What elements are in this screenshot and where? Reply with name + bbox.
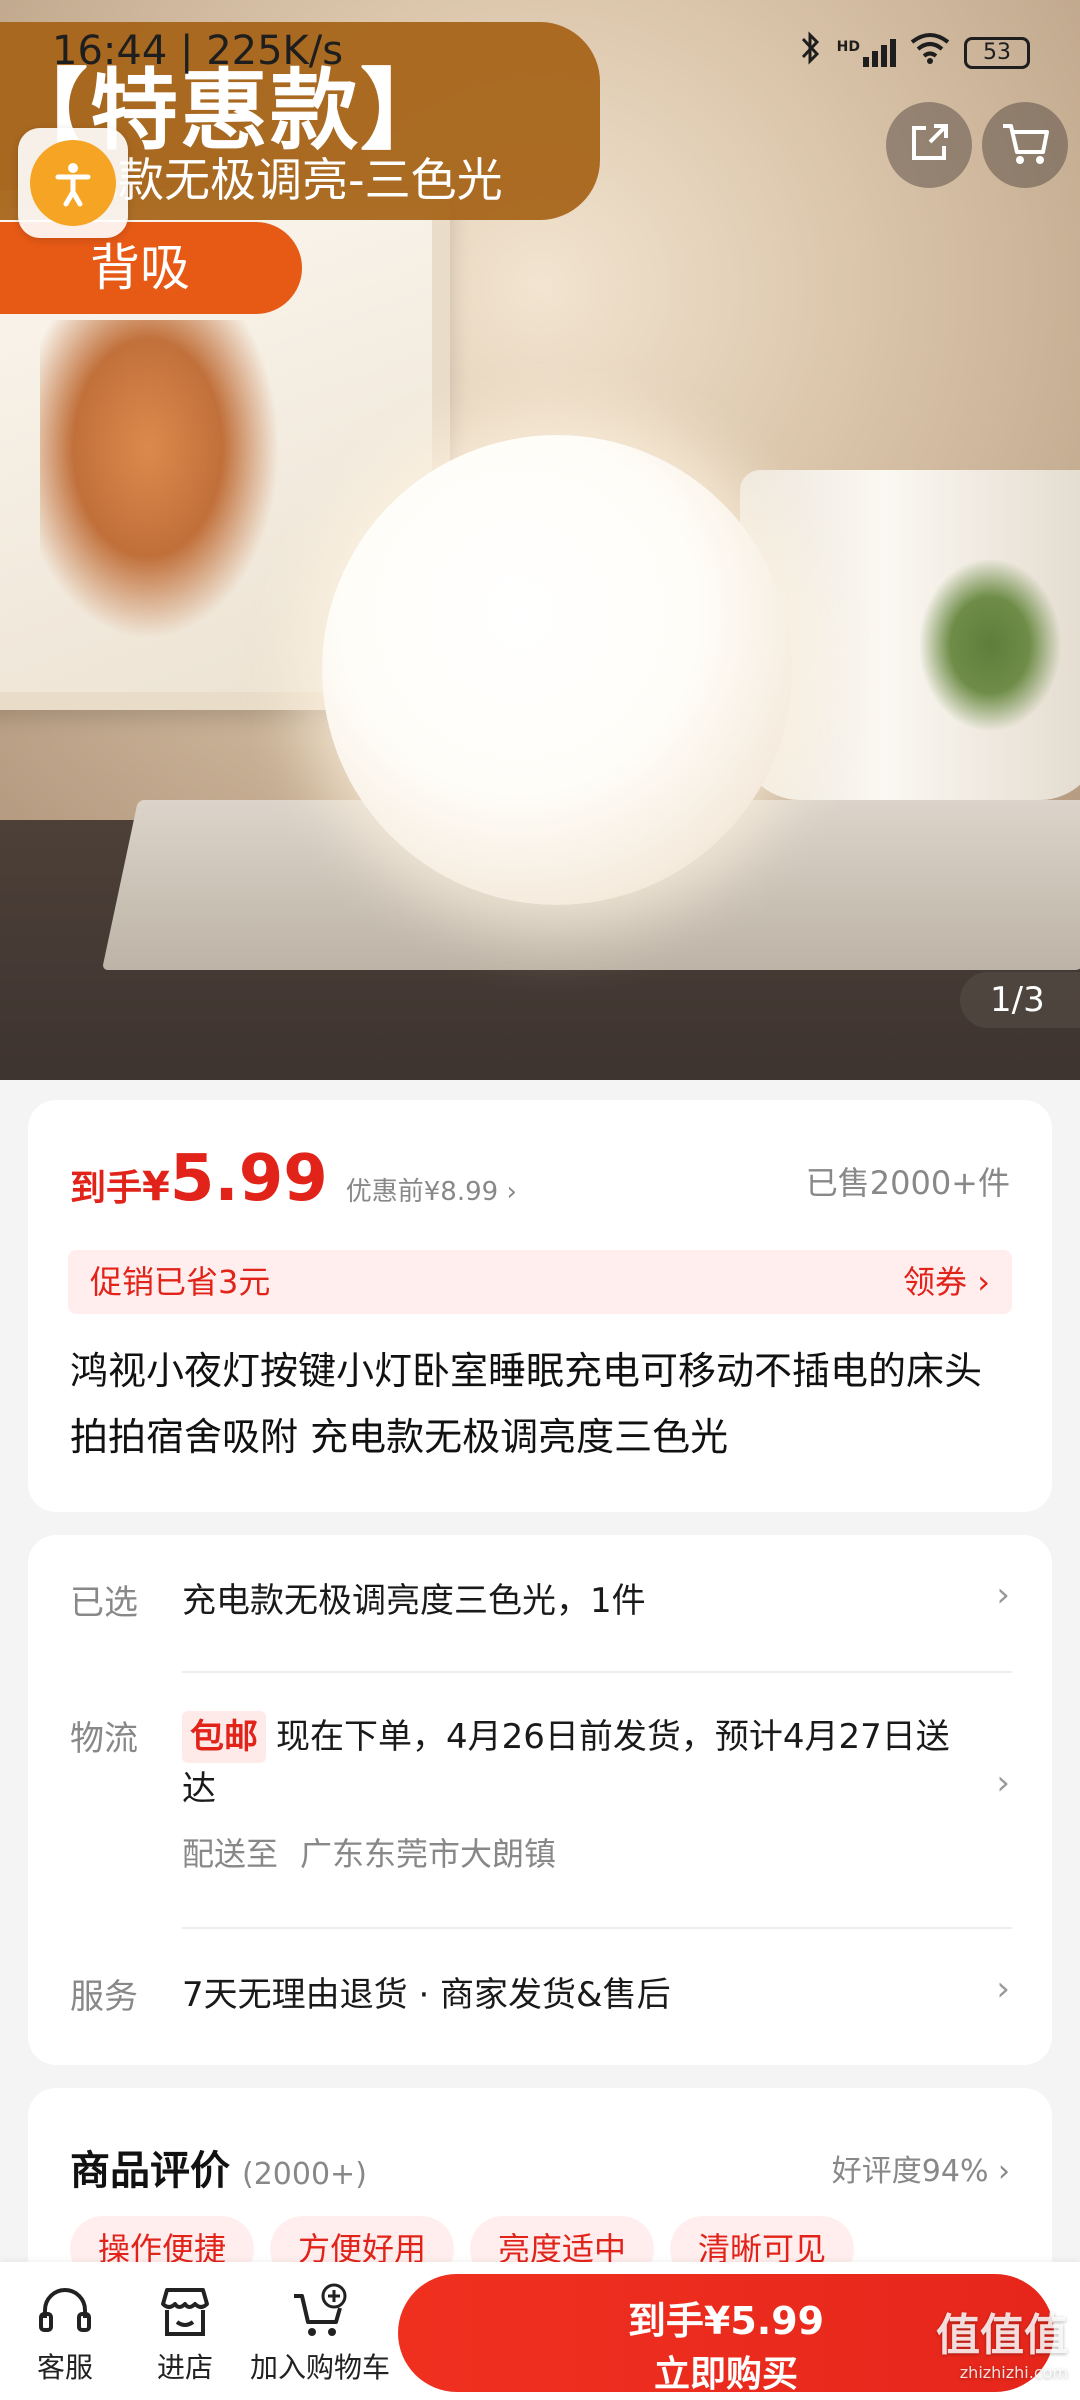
add-to-cart-label: 加入购物车 xyxy=(249,2351,390,2384)
price-row: 到手 ¥ 5.99 优惠前¥8.99 › xyxy=(70,1142,517,1216)
review-rating-link[interactable]: 好评度94% › xyxy=(832,2146,1010,2190)
price-label: 到手 xyxy=(70,1168,143,1209)
status-icons: HD 53 xyxy=(799,30,1030,75)
service-value: 7天无理由退货 · 商家发货&售后 xyxy=(182,1975,671,2015)
customer-service-label: 客服 xyxy=(36,2351,93,2384)
add-to-cart-button[interactable]: 加入购物车 xyxy=(240,2262,400,2400)
logistics-value: 包邮 现在下单，4月26日前发货，预计4月27日送达 xyxy=(182,1711,952,1815)
free-shipping-badge: 包邮 xyxy=(182,1711,266,1763)
price-card: 到手 ¥ 5.99 优惠前¥8.99 › 已售2000+件 促销已省3元 领券 … xyxy=(28,1100,1052,1512)
customer-service-button[interactable]: 客服 xyxy=(0,2262,130,2400)
watermark-logo: 值值值 zhizhizhi.com xyxy=(936,2310,1068,2382)
wifi-icon xyxy=(910,32,950,73)
image-counter: 1/3 xyxy=(960,972,1080,1028)
logistics-label: 物流 xyxy=(70,1719,138,1759)
selected-spec-row[interactable]: 已选 充电款无极调亮度三色光，1件 › xyxy=(70,1575,1010,1655)
ship-to-value: 广东东莞市大朗镇 xyxy=(300,1835,557,1873)
chevron-right-icon: › xyxy=(996,1763,1010,1803)
chevron-right-icon: › xyxy=(996,1969,1010,2009)
store-label: 进店 xyxy=(156,2351,213,2384)
signal-icon: HD xyxy=(837,38,896,67)
bottom-action-bar: 客服 进店 加入购物车 到手¥5.99 立即购买 值值值 zhizhizhi.c… xyxy=(0,2262,1080,2400)
chevron-right-icon: › xyxy=(996,1575,1010,1615)
ship-to[interactable]: 配送至 广东东莞市大朗镇 xyxy=(182,1829,556,1875)
sold-count: 已售2000+件 xyxy=(805,1164,1010,1202)
headset-icon xyxy=(35,2282,95,2342)
ship-to-label: 配送至 xyxy=(182,1835,279,1873)
divider xyxy=(182,1927,1012,1929)
review-heading: 商品评价 (2000+) xyxy=(70,2138,367,2196)
leaf-decor xyxy=(920,560,1060,730)
price-amount: 5.99 xyxy=(169,1142,328,1216)
promo-saved-text: 促销已省3元 xyxy=(90,1263,271,1301)
service-row[interactable]: 服务 7天无理由退货 · 商家发货&售后 › xyxy=(70,1969,1010,2029)
selected-value: 充电款无极调亮度三色光，1件 xyxy=(182,1581,646,1621)
original-price-link[interactable]: 优惠前¥8.99 › xyxy=(346,1171,517,1208)
add-cart-icon xyxy=(290,2282,350,2342)
night-light-product xyxy=(322,435,792,905)
bluetooth-icon xyxy=(799,30,823,75)
info-card: 已选 充电款无极调亮度三色光，1件 › 物流 包邮 现在下单，4月26日前发货，预… xyxy=(28,1535,1052,2065)
deer-painting-decor xyxy=(40,320,280,640)
accessibility-icon xyxy=(30,140,116,226)
store-icon xyxy=(155,2282,215,2342)
service-label: 服务 xyxy=(70,1977,138,2017)
promo-coupon-bar[interactable]: 促销已省3元 领券 › xyxy=(68,1250,1012,1314)
logistics-row[interactable]: 物流 包邮 现在下单，4月26日前发货，预计4月27日送达 配送至 广东东莞市大朗镇… xyxy=(70,1711,1010,1891)
product-detail-page: 【特惠款】 电款无极调亮-三色光 背吸 16:44 | 225K/s HD 53 xyxy=(0,0,1080,2400)
status-time: 16:44 | 225K/s xyxy=(52,28,344,74)
store-button[interactable]: 进店 xyxy=(120,2262,250,2400)
accessibility-button[interactable] xyxy=(18,128,128,238)
promo-subtitle: 电款无极调亮-三色光 xyxy=(72,153,503,207)
share-icon xyxy=(904,118,954,172)
currency-symbol: ¥ xyxy=(142,1164,170,1210)
cart-button[interactable] xyxy=(982,102,1068,188)
status-bar: 16:44 | 225K/s HD 53 xyxy=(0,0,1080,100)
battery-icon: 53 xyxy=(964,36,1030,69)
selected-label: 已选 xyxy=(70,1583,138,1623)
review-title: 商品评价 xyxy=(70,2148,230,2194)
divider xyxy=(182,1671,1012,1673)
review-count: (2000+) xyxy=(242,2157,367,2192)
share-button[interactable] xyxy=(886,102,972,188)
get-coupon-link[interactable]: 领券 › xyxy=(903,1250,990,1314)
product-title: 鸿视小夜灯按键小灯卧室睡眠充电可移动不插电的床头拍拍宿舍吸附 充电款无极调亮度三… xyxy=(70,1349,983,1459)
cart-icon xyxy=(999,118,1051,172)
